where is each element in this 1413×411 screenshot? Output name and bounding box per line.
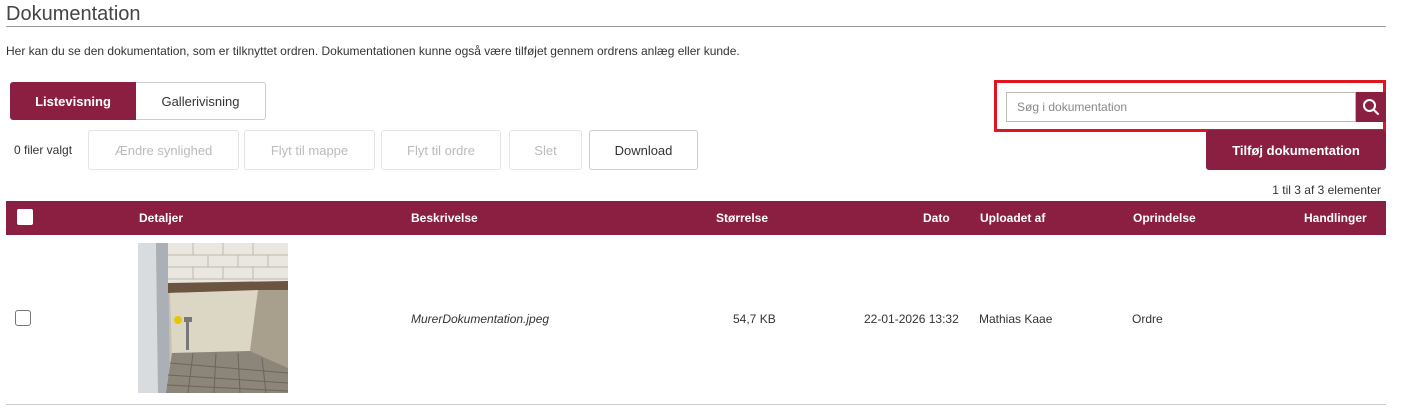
column-header-uploaded-by[interactable]: Uploadet af [980, 201, 1045, 235]
column-header-description[interactable]: Beskrivelse [411, 201, 478, 235]
thumbnail-image [138, 243, 288, 393]
row-uploaded-by: Mathias Kaae [979, 312, 1053, 326]
column-header-size[interactable]: Størrelse [716, 201, 768, 235]
add-documentation-button[interactable]: Tilføj dokumentation [1206, 130, 1386, 170]
row-date: 22-01-2026 13:32 [864, 312, 959, 326]
pager-info: 1 til 3 af 3 elementer [1272, 183, 1381, 197]
change-visibility-button[interactable]: Ændre synlighed [88, 130, 239, 170]
page-title: Dokumentation [6, 3, 141, 25]
row-checkbox[interactable] [15, 310, 31, 326]
tab-gallery-view[interactable]: Gallerivisning [136, 82, 266, 120]
search-button[interactable] [1356, 92, 1386, 122]
page-intro: Her kan du se den dokumentation, som er … [6, 44, 740, 58]
column-header-origin[interactable]: Oprindelse [1133, 201, 1196, 235]
document-thumbnail[interactable] [138, 243, 288, 393]
column-header-details[interactable]: Detaljer [139, 201, 183, 235]
tab-list-view[interactable]: Listevisning [10, 82, 136, 120]
column-header-date[interactable]: Dato [923, 201, 950, 235]
row-origin: Ordre [1132, 312, 1163, 326]
download-button[interactable]: Download [589, 130, 698, 170]
table-header: Detaljer Beskrivelse Størrelse Dato Uplo… [6, 201, 1386, 235]
row-description[interactable]: MurerDokumentation.jpeg [411, 312, 549, 326]
search-icon [1363, 99, 1379, 115]
title-divider [6, 26, 1386, 27]
row-divider [6, 404, 1386, 405]
move-to-folder-button[interactable]: Flyt til mappe [244, 130, 375, 170]
selected-count: 0 filer valgt [14, 143, 73, 157]
delete-button[interactable]: Slet [509, 130, 582, 170]
search-input[interactable] [1006, 92, 1356, 122]
column-header-actions: Handlinger [1304, 211, 1367, 225]
row-size: 54,7 KB [733, 312, 776, 326]
move-to-order-button[interactable]: Flyt til ordre [381, 130, 501, 170]
view-toggle: Listevisning Gallerivisning [10, 82, 266, 120]
select-all-checkbox[interactable] [17, 209, 33, 225]
